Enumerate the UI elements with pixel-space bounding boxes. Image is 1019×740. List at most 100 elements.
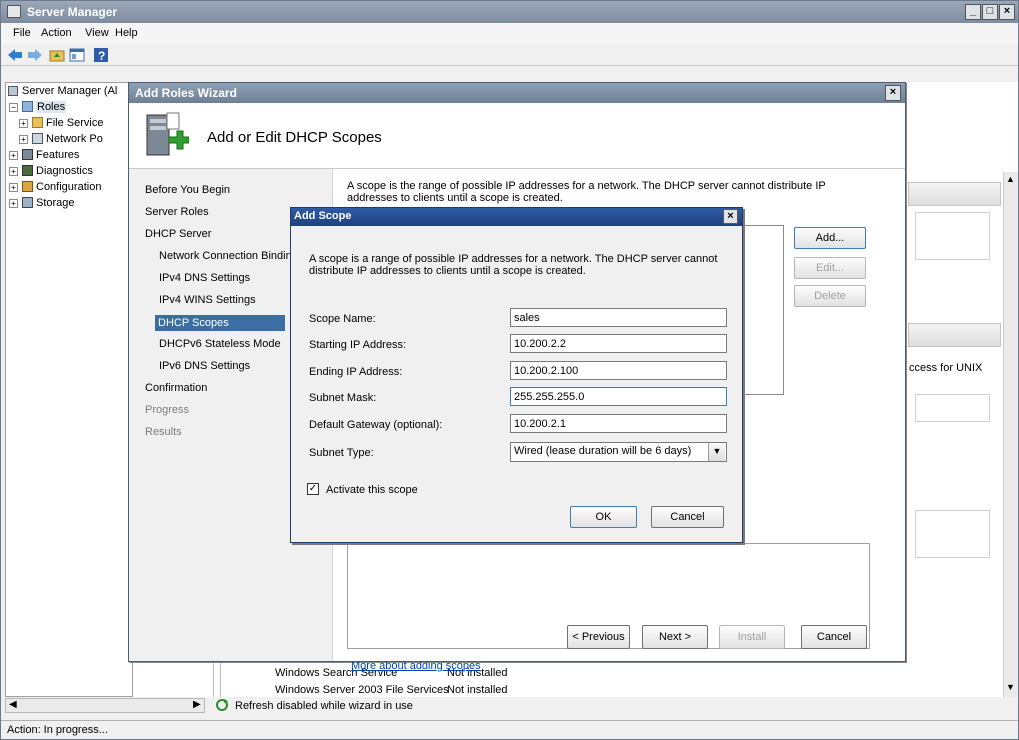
scroll-right-arrow-icon[interactable]: ▶ <box>193 699 201 710</box>
wizard-close-button[interactable]: × <box>885 85 901 101</box>
step-dhcp-server[interactable]: DHCP Server <box>145 228 211 240</box>
show-hide-tree-icon[interactable] <box>69 47 85 63</box>
forward-arrow-icon[interactable] <box>27 47 43 63</box>
step-network-connection-bindings[interactable]: Network Connection Binding <box>159 250 298 262</box>
subnet-type-select[interactable]: Wired (lease duration will be 6 days) ▼ <box>510 442 727 462</box>
step-results: Results <box>145 426 182 438</box>
step-dhcp-scopes[interactable]: DHCP Scopes <box>155 315 285 331</box>
tree-item-network-policy[interactable]: Network Po <box>46 133 103 145</box>
dhcp-server-icon <box>146 112 189 156</box>
section-box <box>915 212 990 260</box>
menu-view[interactable]: View <box>85 27 109 39</box>
subnet-mask-input[interactable] <box>510 387 727 406</box>
help-icon[interactable]: ? <box>93 47 109 63</box>
scope-description: A scope is the range of possible IP addr… <box>347 180 826 204</box>
scroll-up-arrow-icon[interactable]: ▲ <box>1006 174 1015 184</box>
next-button[interactable]: Next > <box>642 625 708 649</box>
tree-item-configuration[interactable]: Configuration <box>36 181 101 193</box>
default-gateway-label: Default Gateway (optional): <box>309 419 443 431</box>
server-manager-node-icon <box>8 86 18 96</box>
starting-ip-input[interactable] <box>510 334 727 353</box>
expand-file-services-icon[interactable]: + <box>19 119 28 128</box>
activate-scope-checkbox[interactable]: ✓ <box>307 483 319 495</box>
wizard-cancel-button[interactable]: Cancel <box>801 625 867 649</box>
more-about-scopes-link[interactable]: More about adding scopes <box>351 660 481 672</box>
menu-action[interactable]: Action <box>41 27 72 39</box>
tree-item-storage[interactable]: Storage <box>36 197 75 209</box>
ok-button[interactable]: OK <box>570 506 637 528</box>
edit-scope-button: Edit... <box>794 257 866 279</box>
step-ipv4-wins-settings[interactable]: IPv4 WINS Settings <box>159 294 256 306</box>
step-before-you-begin[interactable]: Before You Begin <box>145 184 230 196</box>
scope-name-input[interactable] <box>510 308 727 327</box>
expand-configuration-icon[interactable]: + <box>9 183 18 192</box>
vertical-scrollbar[interactable] <box>1003 172 1018 697</box>
collapse-roles-icon[interactable]: − <box>9 103 18 112</box>
tree-root-label[interactable]: Server Manager (Al <box>22 85 117 97</box>
subnet-type-value: Wired (lease duration will be 6 days) <box>514 445 692 457</box>
roles-icon <box>22 101 33 112</box>
server-manager-titlebar[interactable]: Server Manager _ □ × <box>1 1 1018 23</box>
menu-file[interactable]: File <box>13 27 31 39</box>
close-button[interactable]: × <box>999 4 1015 20</box>
step-ipv4-dns-settings[interactable]: IPv4 DNS Settings <box>159 272 250 284</box>
refresh-status-text: Refresh disabled while wizard in use <box>235 700 413 712</box>
section-header <box>908 182 1001 206</box>
step-confirmation[interactable]: Confirmation <box>145 382 207 394</box>
wizard-heading: Add or Edit DHCP Scopes <box>207 129 382 146</box>
expand-features-icon[interactable]: + <box>9 151 18 160</box>
toolbar: ? <box>1 44 1018 66</box>
expand-storage-icon[interactable]: + <box>9 199 18 208</box>
step-dhcpv6-stateless-mode[interactable]: DHCPv6 Stateless Mode <box>159 338 281 350</box>
ending-ip-input[interactable] <box>510 361 727 380</box>
tree-item-roles[interactable]: Roles <box>36 101 67 113</box>
section-box <box>915 510 990 558</box>
step-server-roles[interactable]: Server Roles <box>145 206 209 218</box>
roles-list-border <box>213 662 221 697</box>
status-bar: Action: In progress... <box>1 720 1018 739</box>
up-folder-icon[interactable] <box>49 47 65 63</box>
tree-item-diagnostics[interactable]: Diagnostics <box>36 165 93 177</box>
ending-ip-label: Ending IP Address: <box>309 366 403 378</box>
features-icon <box>22 149 33 160</box>
navigation-tree: Server Manager (Al − Roles + File Servic… <box>5 82 133 697</box>
default-gateway-input[interactable] <box>510 414 727 433</box>
storage-icon <box>22 197 33 208</box>
diagnostics-icon <box>22 165 33 176</box>
minimize-button[interactable]: _ <box>965 4 981 20</box>
expand-network-policy-icon[interactable]: + <box>19 135 28 144</box>
status-text: Action: In progress... <box>7 724 108 736</box>
add-scope-cancel-button[interactable]: Cancel <box>651 506 724 528</box>
add-scope-button[interactable]: Add... <box>794 227 866 249</box>
configuration-icon <box>22 181 33 192</box>
step-ipv6-dns-settings[interactable]: IPv6 DNS Settings <box>159 360 250 372</box>
wizard-title: Add Roles Wizard <box>135 86 237 100</box>
delete-scope-button: Delete <box>794 285 866 307</box>
expand-diagnostics-icon[interactable]: + <box>9 167 18 176</box>
dropdown-arrow-icon[interactable]: ▼ <box>708 443 725 461</box>
menu-bar: File Action View Help <box>1 23 1018 44</box>
wizard-titlebar[interactable]: Add Roles Wizard × <box>129 83 905 103</box>
activate-scope-label[interactable]: Activate this scope <box>326 484 418 496</box>
maximize-button[interactable]: □ <box>982 4 998 20</box>
service-description-fragment: ccess for UNIX <box>909 362 983 374</box>
add-scope-close-button[interactable]: × <box>723 209 738 224</box>
wizard-header: Add or Edit DHCP Scopes <box>129 103 905 169</box>
menu-help[interactable]: Help <box>115 27 138 39</box>
add-scope-dialog: Add Scope × A scope is a range of possib… <box>290 207 743 543</box>
previous-button[interactable]: < Previous <box>567 625 630 649</box>
tree-item-features[interactable]: Features <box>36 149 79 161</box>
back-arrow-icon[interactable] <box>7 47 23 63</box>
section-header <box>908 323 1001 347</box>
scroll-left-arrow-icon[interactable]: ◀ <box>9 699 17 710</box>
subnet-type-label: Subnet Type: <box>309 447 374 459</box>
app-icon <box>7 5 21 18</box>
tree-item-file-services[interactable]: File Service <box>46 117 103 129</box>
add-scope-titlebar[interactable]: Add Scope × <box>291 208 742 226</box>
svg-text:?: ? <box>98 49 105 63</box>
scope-name-label: Scope Name: <box>309 313 376 325</box>
horizontal-scrollbar[interactable] <box>5 698 205 713</box>
window-title: Server Manager <box>27 5 118 19</box>
scroll-down-arrow-icon[interactable]: ▼ <box>1006 682 1015 692</box>
role-row-name: Windows Server 2003 File Services <box>275 684 449 696</box>
